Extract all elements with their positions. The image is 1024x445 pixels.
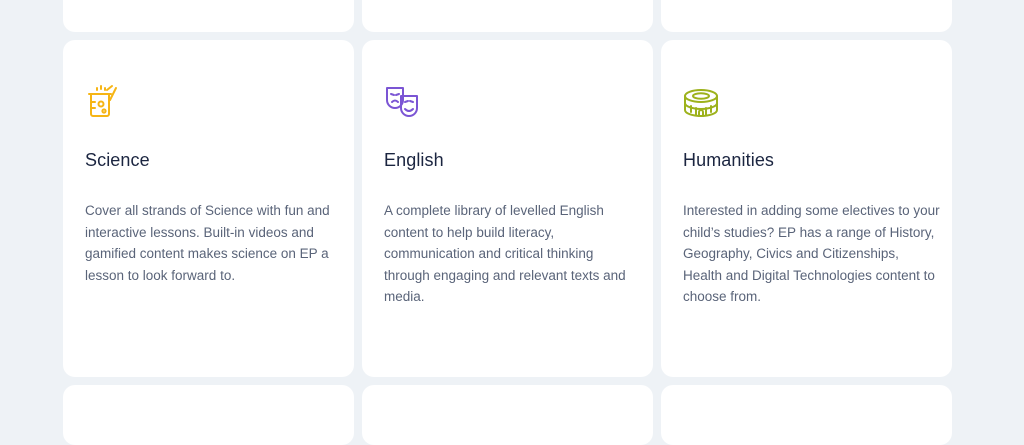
card-description: Interested in adding some electives to y…	[683, 203, 940, 304]
card-top-partial-1	[63, 0, 354, 32]
card-bottom-partial-3	[661, 385, 952, 445]
card-title: Science	[85, 150, 150, 170]
theatre-masks-icon	[384, 84, 420, 120]
card-description: Cover all strands of Science with fun an…	[85, 203, 330, 283]
science-beaker-icon	[85, 84, 121, 120]
card-top-partial-3	[661, 0, 952, 32]
card-top-partial-2	[362, 0, 653, 32]
card-title: English	[384, 150, 444, 170]
colosseum-icon	[683, 84, 719, 120]
card-bottom-partial-1	[63, 385, 354, 445]
card-title: Humanities	[683, 150, 775, 170]
card-description: A complete library of levelled English c…	[384, 203, 626, 304]
subject-card-humanities[interactable]: Humanities Interested in adding some ele…	[661, 40, 952, 377]
card-bottom-partial-2	[362, 385, 653, 445]
subject-card-science[interactable]: Science Cover all strands of Science wit…	[63, 40, 354, 377]
subject-card-english[interactable]: English A complete library of levelled E…	[362, 40, 653, 377]
